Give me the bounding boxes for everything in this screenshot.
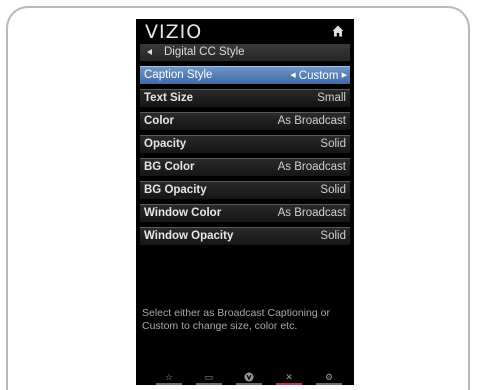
home-icon[interactable] xyxy=(332,25,344,37)
menu-item-value: As Broadcast xyxy=(277,161,346,173)
chevron-right-icon[interactable]: ▶ xyxy=(342,67,347,84)
breadcrumb[interactable]: Digital CC Style xyxy=(140,44,350,61)
menu-item-color[interactable]: Color As Broadcast xyxy=(140,112,350,130)
back-arrow-icon[interactable] xyxy=(147,49,152,55)
help-text: Select either as Broadcast Captioning or… xyxy=(142,307,330,332)
menu-item-value: Solid xyxy=(320,230,346,242)
exit-icon[interactable]: ✕ xyxy=(274,371,304,385)
menu-item-text-size[interactable]: Text Size Small xyxy=(140,89,350,107)
menu-item-value[interactable]: ◀ Custom ▶ xyxy=(290,67,347,85)
vizio-logo: VIZIO xyxy=(145,21,203,43)
menu-item-label: BG Color xyxy=(144,161,195,173)
caption-settings-menu: Caption Style ◀ Custom ▶ Text Size Small… xyxy=(140,66,350,250)
tv-screen: VIZIO Digital CC Style Caption Style ◀ C… xyxy=(136,19,354,385)
menu-item-caption-style[interactable]: Caption Style ◀ Custom ▶ xyxy=(140,66,350,84)
remote-button-bar: ☆ ▭ ✕ ⚙ xyxy=(136,371,354,385)
menu-item-value: As Broadcast xyxy=(277,207,346,219)
settings-icon[interactable]: ⚙ xyxy=(314,371,344,385)
menu-item-value: Solid xyxy=(320,184,346,196)
menu-item-label: Window Opacity xyxy=(144,230,234,242)
menu-item-value: Small xyxy=(317,92,346,104)
chevron-left-icon[interactable]: ◀ xyxy=(290,67,295,84)
caption-icon[interactable]: ▭ xyxy=(194,371,224,385)
menu-item-value: Solid xyxy=(320,138,346,150)
menu-item-bg-color[interactable]: BG Color As Broadcast xyxy=(140,158,350,176)
menu-item-label: Text Size xyxy=(144,92,193,104)
menu-item-window-color[interactable]: Window Color As Broadcast xyxy=(140,204,350,222)
menu-item-label: Color xyxy=(144,115,175,127)
menu-item-value-text: Custom xyxy=(298,70,339,82)
breadcrumb-label: Digital CC Style xyxy=(164,46,245,58)
menu-item-value: As Broadcast xyxy=(277,115,346,127)
v-button-icon[interactable] xyxy=(234,371,264,385)
menu-item-opacity[interactable]: Opacity Solid xyxy=(140,135,350,153)
star-icon[interactable]: ☆ xyxy=(154,371,184,385)
menu-item-bg-opacity[interactable]: BG Opacity Solid xyxy=(140,181,350,199)
menu-item-label: Opacity xyxy=(144,138,187,150)
menu-item-label: Window Color xyxy=(144,207,222,219)
menu-item-label: Caption Style xyxy=(144,69,213,81)
menu-item-label: BG Opacity xyxy=(144,184,207,196)
menu-item-window-opacity[interactable]: Window Opacity Solid xyxy=(140,227,350,245)
